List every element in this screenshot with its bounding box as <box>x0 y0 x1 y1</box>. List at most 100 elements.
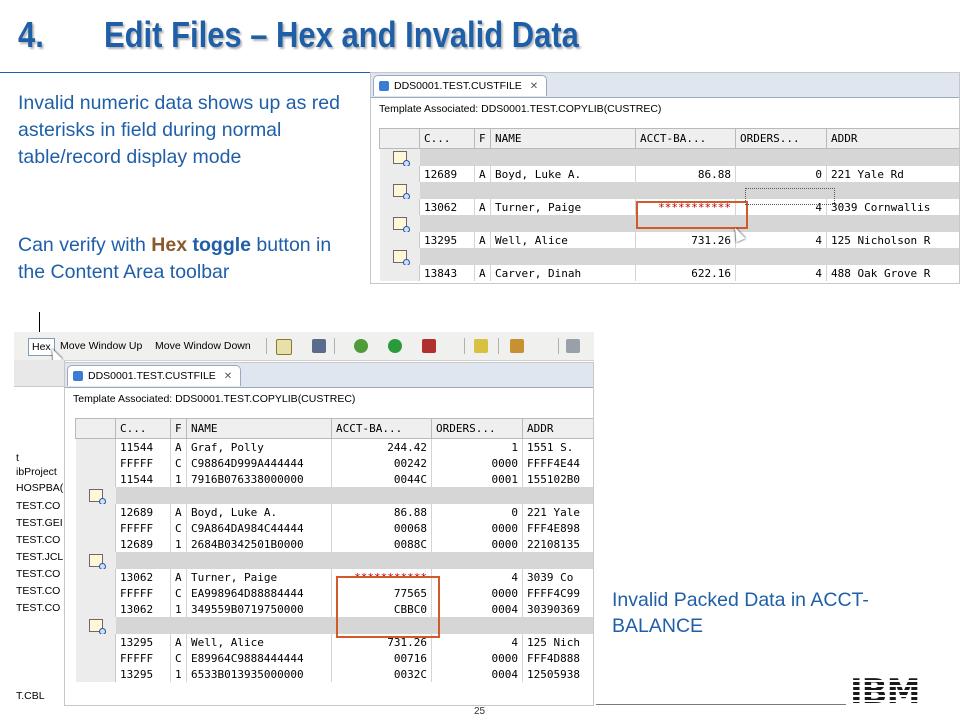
cell-cust-no[interactable]: 11544 <box>115 471 171 487</box>
column-header-f[interactable]: F <box>474 128 491 149</box>
cell-addr[interactable]: 1551 S. <box>522 438 593 455</box>
table-row[interactable]: 13295 A Well, Alice 731.26 4 125 Nich <box>75 634 593 650</box>
navigator-item[interactable]: T.CBL <box>16 690 45 702</box>
cell-acct-balance[interactable]: 00242 <box>331 455 432 471</box>
cell-flag[interactable]: A <box>474 199 491 215</box>
cell-acct-balance[interactable]: 00068 <box>331 520 432 536</box>
navigator-item[interactable]: TEST.CO <box>16 534 60 546</box>
cell-cust-no[interactable]: 13843 <box>419 265 475 281</box>
cell-name[interactable]: Boyd, Luke A. <box>186 504 332 520</box>
table-row[interactable]: 12689 A Boyd, Luke A. 86.88 0 221 Yale <box>75 504 593 520</box>
record-icon-cell[interactable] <box>379 182 420 199</box>
cell-orders[interactable]: 0004 <box>431 601 523 617</box>
column-header-addr[interactable]: ADDR <box>826 128 959 149</box>
cell-name[interactable]: EA998964D88884444 <box>186 585 332 601</box>
close-icon[interactable]: ✕ <box>530 81 538 92</box>
brush-icon[interactable] <box>474 339 488 353</box>
move-window-up-button[interactable]: Move Window Up <box>58 338 144 354</box>
cell-acct-balance[interactable]: 0032C <box>331 666 432 682</box>
cell-orders[interactable]: 0000 <box>431 650 523 666</box>
cell-flag[interactable]: 1 <box>170 601 187 617</box>
record-zoom-icon[interactable] <box>392 250 410 265</box>
record-zoom-icon[interactable] <box>88 554 106 569</box>
cell-cust-no[interactable]: 12689 <box>115 536 171 552</box>
cell-name[interactable]: C98864D999A444444 <box>186 455 332 471</box>
table-row[interactable]: 12689 1 2684B0342501B0000 0088C 0000 22108135 <box>75 536 593 552</box>
cell-addr[interactable]: 155102B0 <box>522 471 593 487</box>
record-zoom-icon[interactable] <box>392 217 410 232</box>
cell-name[interactable]: Boyd, Luke A. <box>490 166 636 182</box>
navigator-item[interactable]: HOSPBA( <box>16 482 63 494</box>
editor-tab-bottom[interactable]: DDS0001.TEST.CUSTFILE ✕ <box>67 365 242 386</box>
cell-flag[interactable]: A <box>170 569 187 585</box>
cell-addr[interactable]: 221 Yale <box>522 504 593 520</box>
cell-flag[interactable]: C <box>170 585 187 601</box>
cell-flag[interactable]: A <box>170 634 187 650</box>
cell-flag[interactable]: A <box>170 504 187 520</box>
record-icon-cell[interactable] <box>379 248 420 265</box>
column-header-addr[interactable]: ADDR <box>522 418 593 439</box>
cell-addr[interactable]: FFF4E898 <box>522 520 593 536</box>
cell-cust-no[interactable]: 13062 <box>115 601 171 617</box>
cell-addr[interactable]: FFFF4E44 <box>522 455 593 471</box>
navigate-icon[interactable] <box>566 339 580 353</box>
cell-name[interactable]: 7916B076338000000 <box>186 471 332 487</box>
cell-addr[interactable]: 12505938 <box>522 666 593 682</box>
cell-orders[interactable]: 0 <box>735 166 827 182</box>
cell-name[interactable]: Well, Alice <box>186 634 332 650</box>
cell-cust-no[interactable]: 13062 <box>419 199 475 215</box>
table-row[interactable]: 13843 A Carver, Dinah 622.16 4 488 Oak Grove … <box>379 265 959 281</box>
cell-acct-balance[interactable]: 0044C <box>331 471 432 487</box>
record-zoom-icon[interactable] <box>88 619 106 634</box>
cell-addr[interactable]: FFF4D888 <box>522 650 593 666</box>
record-zoom-icon[interactable] <box>392 151 410 166</box>
table-row[interactable]: 13295 1 6533B013935000000 0032C 0004 12505938 <box>75 666 593 682</box>
navigator-item[interactable]: t <box>16 452 19 464</box>
column-header-c[interactable]: C... <box>419 128 475 149</box>
cell-cust-no[interactable]: 12689 <box>419 166 475 182</box>
column-header-f[interactable]: F <box>170 418 187 439</box>
cell-addr[interactable]: 3039 Co <box>522 569 593 585</box>
debug-icon[interactable] <box>354 339 368 353</box>
navigator-item[interactable]: ibProject <box>16 466 57 478</box>
cell-orders[interactable]: 0000 <box>431 455 523 471</box>
cell-flag[interactable]: 1 <box>170 536 187 552</box>
column-header-acct-balance[interactable]: ACCT-BA... <box>331 418 432 439</box>
camera-icon[interactable] <box>312 339 326 353</box>
cell-addr[interactable]: 3039 Cornwallis <box>826 199 959 215</box>
cell-orders[interactable]: 0004 <box>431 666 523 682</box>
cell-acct-balance[interactable]: 244.42 <box>331 438 432 455</box>
cell-flag[interactable]: A <box>474 166 491 182</box>
cell-flag[interactable]: A <box>474 232 491 248</box>
cell-name[interactable]: 349559B0719750000 <box>186 601 332 617</box>
cell-cust-no[interactable]: 13295 <box>419 232 475 248</box>
cell-flag[interactable]: C <box>170 650 187 666</box>
record-icon-cell[interactable] <box>75 552 116 569</box>
cell-addr[interactable]: 125 Nicholson R <box>826 232 959 248</box>
table-row[interactable]: FFFFF C EA998964D88884444 77565 0000 FFFF4C99 <box>75 585 593 601</box>
cell-orders[interactable]: 0001 <box>431 471 523 487</box>
cell-orders[interactable]: 0000 <box>431 585 523 601</box>
cell-addr[interactable]: 125 Nich <box>522 634 593 650</box>
cell-acct-balance[interactable]: 00716 <box>331 650 432 666</box>
table-row[interactable]: 11544 1 7916B076338000000 0044C 0001 155102B0 <box>75 471 593 487</box>
cell-flag[interactable]: C <box>170 520 187 536</box>
column-header-c[interactable]: C... <box>115 418 171 439</box>
table-row[interactable]: FFFFF C C9A864DA984C44444 00068 0000 FFF4E898 <box>75 520 593 536</box>
cell-acct-balance[interactable]: 86.88 <box>635 166 736 182</box>
record-icon-cell[interactable] <box>379 215 420 232</box>
cell-orders[interactable]: 4 <box>735 232 827 248</box>
cell-name[interactable]: 6533B013935000000 <box>186 666 332 682</box>
cell-cust-no[interactable]: FFFFF <box>115 520 171 536</box>
external-tools-icon[interactable] <box>422 339 436 353</box>
cell-addr[interactable]: 22108135 <box>522 536 593 552</box>
navigator-item[interactable]: TEST.CO <box>16 602 60 614</box>
cell-name[interactable]: Turner, Paige <box>490 199 636 215</box>
column-header-acct-balance[interactable]: ACCT-BA... <box>635 128 736 149</box>
cell-name[interactable]: Turner, Paige <box>186 569 332 585</box>
cell-name[interactable]: C9A864DA984C44444 <box>186 520 332 536</box>
table-row[interactable]: 13062 A Turner, Paige *********** 4 3039 Co <box>75 569 593 585</box>
record-icon-cell[interactable] <box>379 148 420 166</box>
record-icon-cell[interactable] <box>75 487 116 504</box>
cell-name[interactable]: E89964C9888444444 <box>186 650 332 666</box>
